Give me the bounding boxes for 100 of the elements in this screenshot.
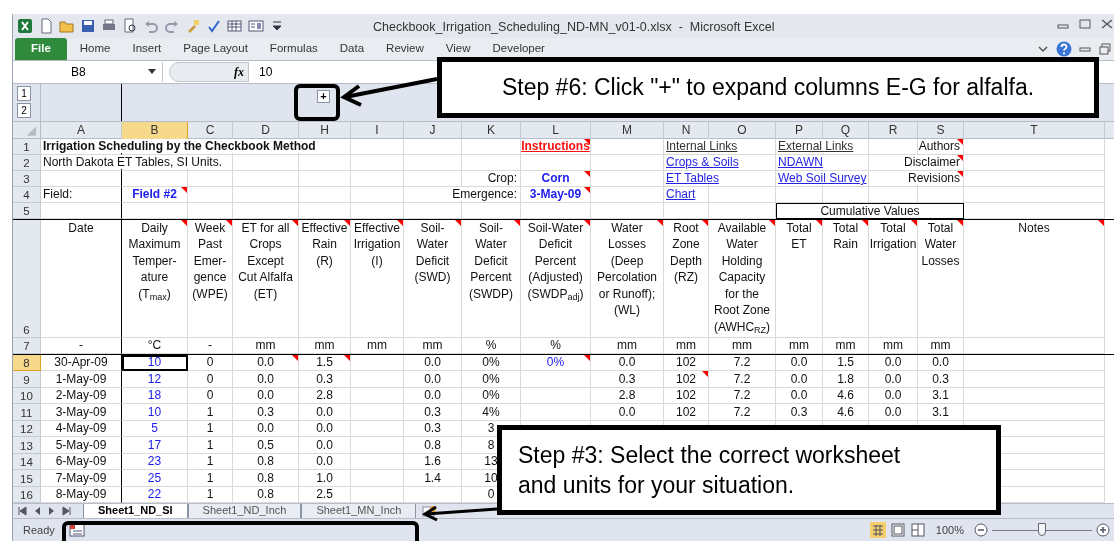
magnifier-page-icon[interactable] (122, 17, 138, 34)
input-value[interactable]: 10 (147, 404, 162, 419)
column-header[interactable]: N (664, 121, 709, 139)
slider-thumb[interactable] (1038, 523, 1046, 537)
cell-value: 0.0 (424, 371, 441, 386)
insert-sheet-icon[interactable] (420, 504, 439, 518)
column-header[interactable]: P (776, 121, 823, 139)
column-header[interactable]: J (404, 121, 462, 139)
link[interactable]: Instructions (521, 139, 590, 154)
input-value[interactable]: 25 (147, 470, 162, 485)
column-header[interactable]: Q (823, 121, 869, 139)
page-break-view-icon[interactable] (909, 522, 926, 539)
sheet-tab[interactable]: Sheet1_ND_SI (83, 503, 188, 519)
column-header[interactable]: R (869, 121, 918, 139)
row-header[interactable]: 13 (13, 437, 41, 454)
input-value[interactable]: Field #2 (132, 187, 177, 202)
column-header[interactable]: S (918, 121, 964, 139)
row-header[interactable]: 15 (13, 470, 41, 487)
column-header[interactable]: M (591, 121, 664, 139)
help-icon[interactable] (1056, 40, 1072, 57)
input-value[interactable]: 0% (546, 355, 565, 370)
column-heading: Soil-Water Deficit Percent (Adjusted) (SWDP$_{adj}$) (527, 219, 584, 303)
last-sheet-icon[interactable] (62, 506, 72, 517)
normal-view-icon[interactable] (869, 522, 886, 539)
first-sheet-icon[interactable] (17, 506, 27, 517)
cell-value: 0.0 (884, 388, 902, 403)
input-value[interactable]: 17 (147, 437, 162, 452)
sheet-tab[interactable]: Sheet1_ND_Inch (187, 503, 302, 519)
column-header[interactable]: D (233, 121, 299, 139)
column-header[interactable]: O (709, 121, 776, 139)
link[interactable]: NDAWN (778, 155, 823, 170)
cell-value: % (550, 338, 561, 353)
row-header[interactable]: 11 (13, 404, 41, 421)
link[interactable]: External Links (778, 139, 854, 154)
excel-logo-icon[interactable] (17, 17, 33, 34)
cell-value: 0.0 (884, 404, 902, 419)
restore-icon[interactable] (1078, 18, 1092, 30)
ribbon-tab[interactable]: Developer (483, 37, 554, 60)
cell-value: 0.0 (618, 355, 636, 370)
column-heading: Total Water Losses (921, 219, 960, 270)
cell-value: 7.2 (733, 355, 751, 370)
table-icon[interactable] (227, 17, 243, 34)
cell-value: 7-May-09 (55, 470, 107, 485)
ribbon-tab[interactable]: Data (330, 37, 374, 60)
ribbon-tab[interactable]: View (436, 37, 480, 60)
column-header[interactable]: K (462, 121, 521, 139)
ribbon-tab[interactable]: Page Layout (174, 37, 257, 60)
link[interactable]: Crops & Soils (666, 155, 739, 170)
input-value[interactable]: 22 (147, 487, 162, 502)
cell-value: mm (314, 338, 335, 353)
row-header[interactable]: 6 (13, 219, 41, 338)
ribbon-tab[interactable]: Review (377, 37, 433, 60)
expand-button[interactable]: + (317, 89, 330, 103)
input-value[interactable]: 10 (147, 355, 162, 370)
save-icon[interactable] (80, 17, 96, 34)
close-icon[interactable] (1100, 18, 1114, 30)
ribbon-tab[interactable]: Formulas (260, 37, 327, 60)
input-value[interactable]: Corn (541, 171, 570, 186)
restore-icon[interactable] (1098, 41, 1112, 56)
link[interactable]: Web Soil Survey (778, 171, 867, 186)
link[interactable]: Chart (666, 187, 696, 202)
cell-value: 0% (482, 371, 500, 386)
link[interactable]: Internal Links (666, 139, 738, 154)
cell-value: 4.6 (837, 388, 854, 403)
outline-level-button[interactable]: 2 (17, 102, 31, 118)
formula-field[interactable]: 10 (255, 62, 273, 81)
dropdown-caret-icon[interactable] (148, 68, 156, 75)
cell-value: 0.0 (790, 388, 808, 403)
name-box[interactable]: B8 (13, 61, 163, 82)
input-value[interactable]: 3-May-09 (529, 187, 582, 202)
column-header[interactable]: H (299, 121, 351, 139)
row-header[interactable]: 9 (13, 371, 41, 388)
zoom-out-icon[interactable] (974, 523, 988, 538)
input-value[interactable]: 5 (151, 421, 158, 436)
form-icon[interactable] (248, 17, 264, 34)
link[interactable]: ET Tables (666, 171, 719, 186)
column-heading: Effective Irrigation (I) (353, 219, 401, 270)
insert-function-button[interactable]: fx (234, 62, 244, 81)
column-header[interactable]: C (188, 121, 233, 139)
column-header[interactable]: T (964, 121, 1105, 139)
cell-value: 0 (206, 388, 214, 403)
sheet-tab[interactable]: Sheet1_MN_Inch (301, 503, 417, 519)
document-icon[interactable] (38, 17, 54, 34)
page-layout-view-icon[interactable] (889, 522, 906, 539)
cell-value: 1.4 (424, 470, 441, 485)
input-value[interactable]: 23 (147, 454, 162, 469)
zoom-level[interactable]: 100% (929, 522, 970, 539)
outline-level-button[interactable]: 1 (17, 85, 31, 101)
empty-cell (351, 186, 404, 203)
empty-cell (351, 154, 404, 171)
ribbon-tab[interactable]: Insert (123, 37, 171, 60)
zoom-slider[interactable] (992, 523, 1092, 538)
column-heading: Soil- Water Deficit Percent (SWDP) (469, 219, 513, 303)
input-value[interactable]: 12 (147, 371, 162, 386)
cell-value: 0.0 (932, 355, 949, 370)
ribbon-tab[interactable]: Home (70, 37, 120, 60)
input-value[interactable]: 18 (147, 388, 162, 403)
column-header[interactable]: L (521, 121, 591, 139)
zoom-in-icon[interactable] (1096, 523, 1110, 538)
column-header[interactable]: I (351, 121, 404, 139)
